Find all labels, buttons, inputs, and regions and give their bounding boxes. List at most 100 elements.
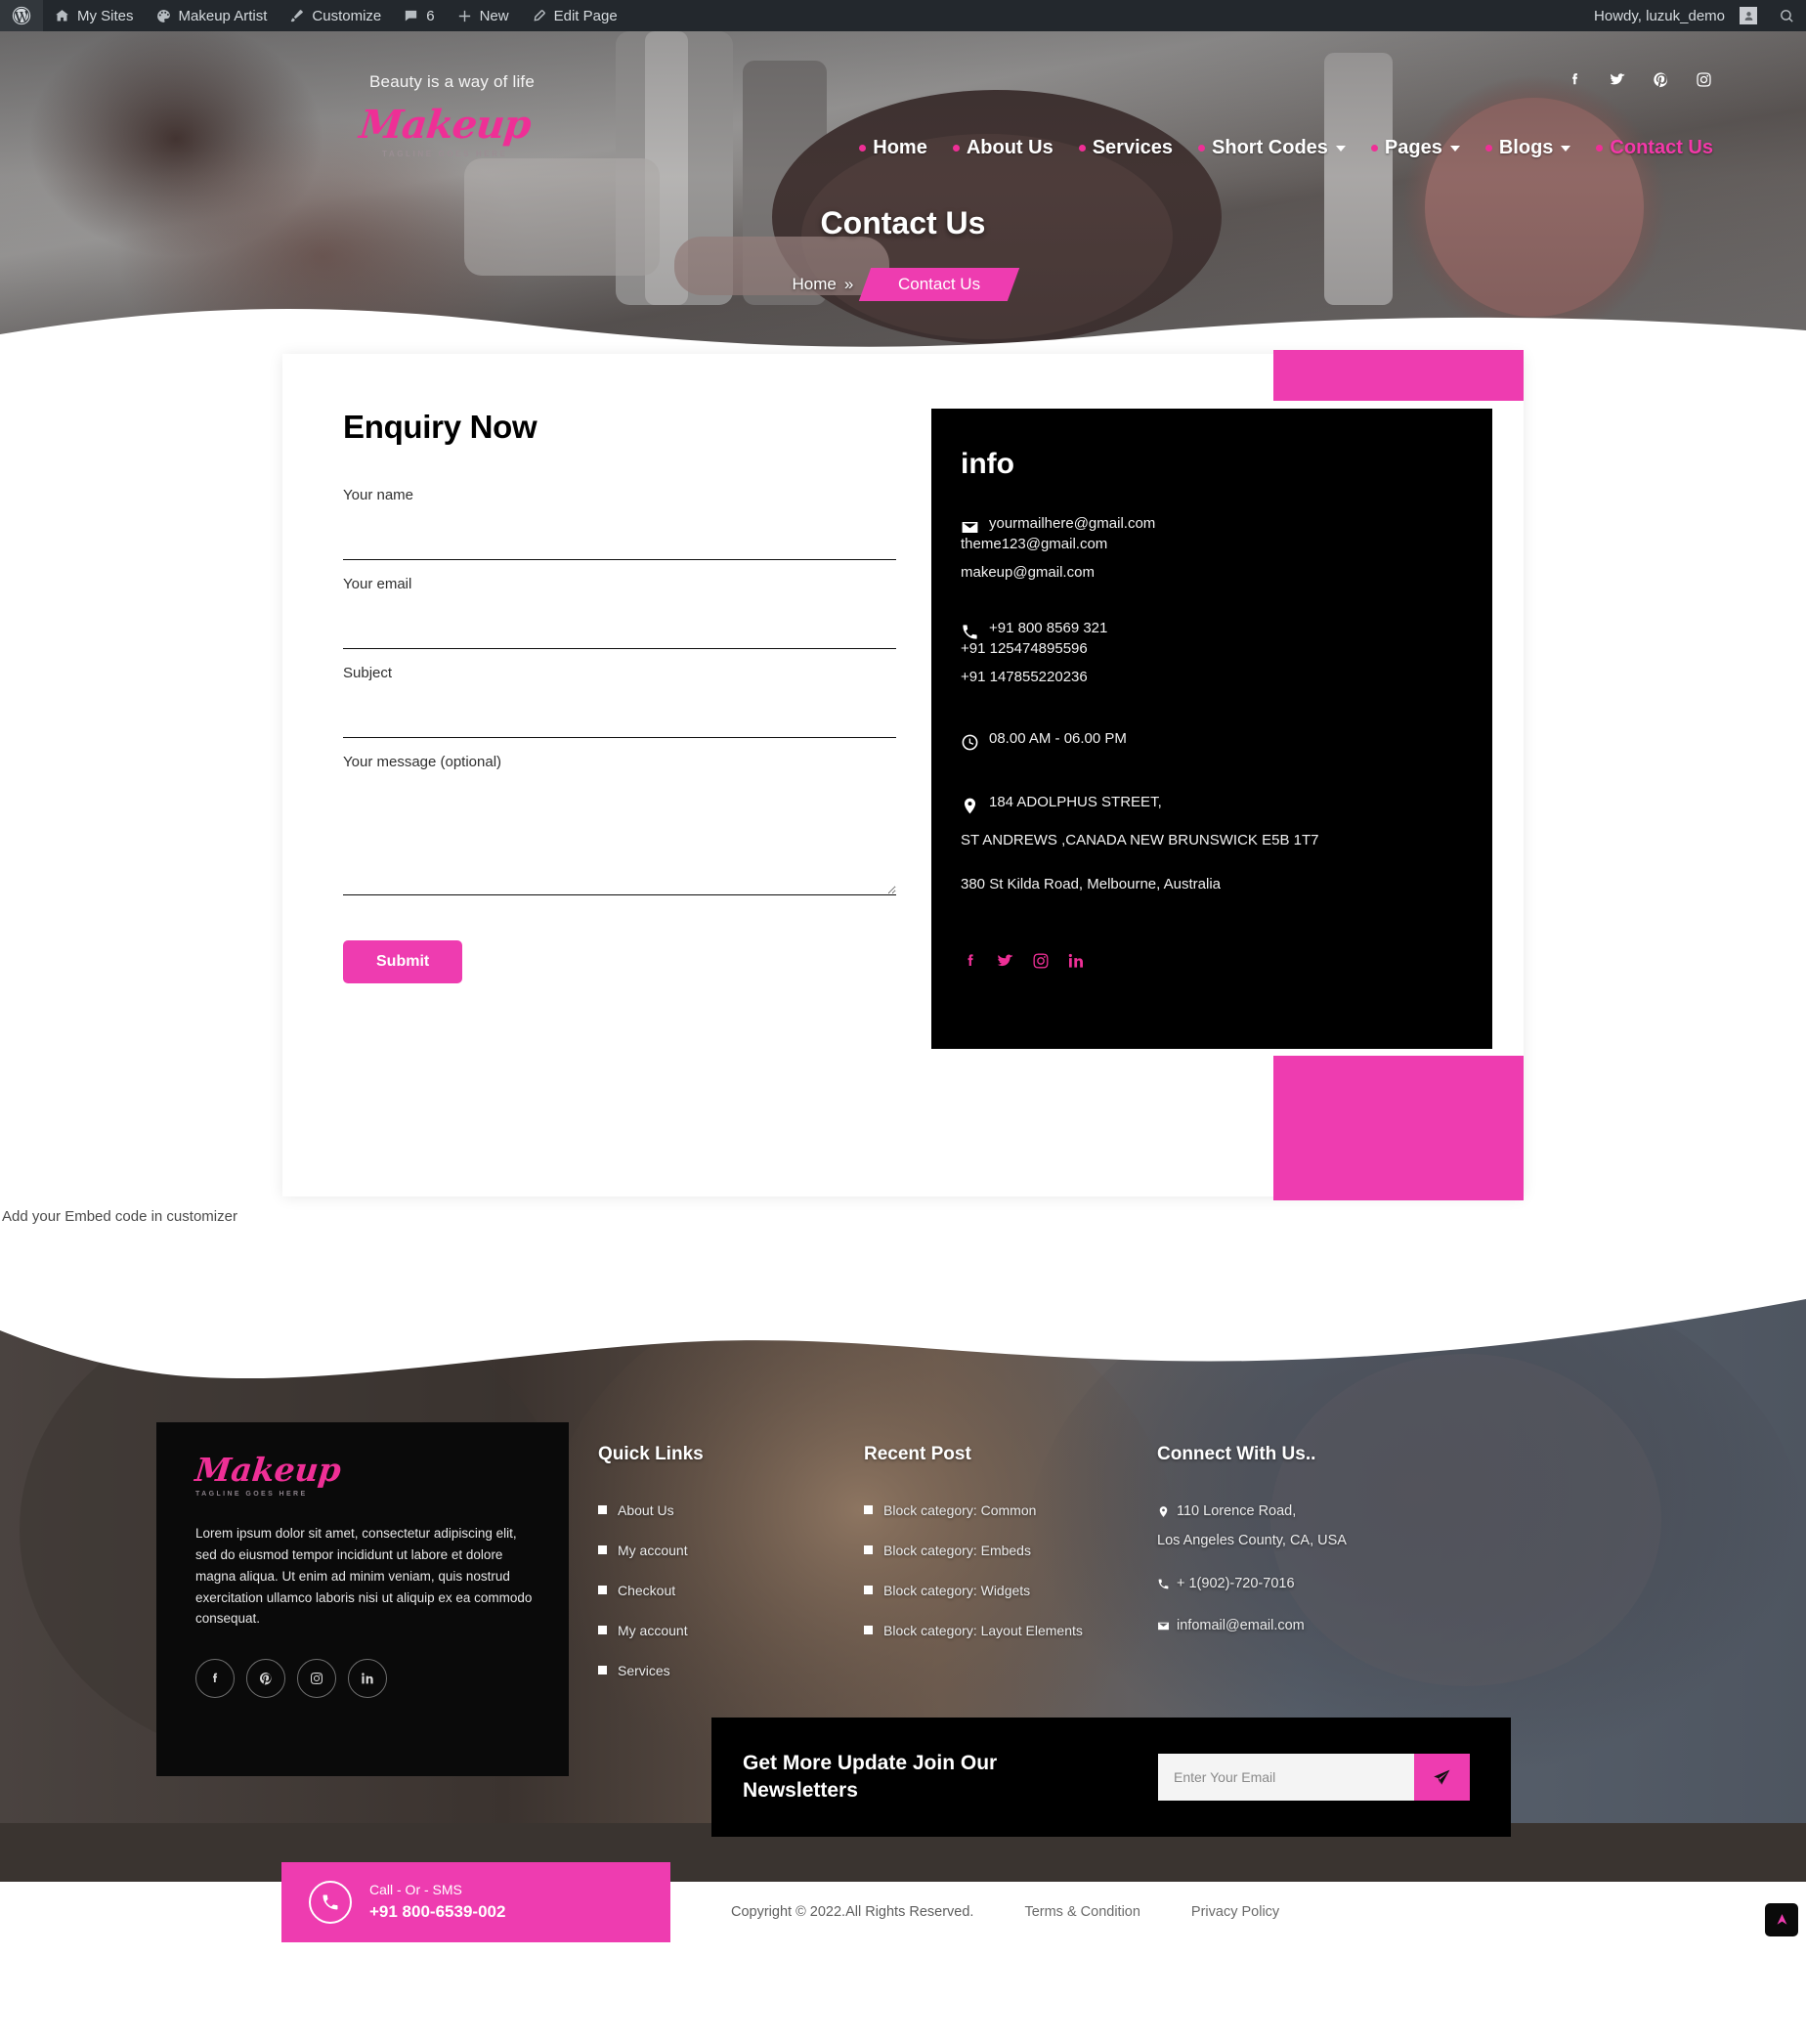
footer-logo[interactable]: Makeup TAGLINE GOES HERE — [194, 1451, 536, 1498]
footer-connect-widget: Connect With Us.. 110 Lorence Road, Los … — [1128, 1422, 1421, 1645]
info-title: info — [961, 448, 1014, 480]
breadcrumb-home-link[interactable]: Home — [793, 275, 837, 294]
site-logo-word: Makeup — [357, 102, 533, 148]
connect-phone-row[interactable]: + 1(902)-720-7016 — [1157, 1574, 1421, 1595]
your-name-input[interactable] — [343, 537, 896, 560]
connect-title: Connect With Us.. — [1157, 1444, 1316, 1464]
admin-bar-item-my-sites[interactable]: My Sites — [43, 0, 145, 31]
admin-bar-label-site-name: Makeup Artist — [178, 7, 268, 24]
admin-bar-item-new[interactable]: New — [446, 0, 520, 31]
newsletter-submit-button[interactable] — [1414, 1754, 1470, 1801]
footer-social-instagram[interactable] — [297, 1659, 336, 1699]
nav-item-about-us[interactable]: About Us — [952, 137, 1054, 159]
your-email-input[interactable] — [343, 626, 896, 649]
phone-icon — [322, 1894, 338, 1910]
envelope-icon — [1158, 1622, 1169, 1631]
linkedin-icon[interactable] — [1066, 951, 1086, 971]
twitter-icon[interactable] — [996, 951, 1015, 971]
footer-social-facebook[interactable] — [195, 1659, 235, 1699]
call-text-group: Call - Or - SMS +91 800-6539-002 — [369, 1880, 505, 1925]
nav-bullet-icon — [1078, 145, 1086, 152]
pinterest-icon[interactable] — [1652, 70, 1670, 89]
nav-item-pages[interactable]: Pages — [1370, 137, 1460, 159]
nav-item-services[interactable]: Services — [1078, 137, 1174, 159]
admin-bar-item-edit-page[interactable]: Edit Page — [520, 0, 628, 31]
info-phone-2[interactable]: +91 125474895596 — [961, 641, 1463, 656]
site-logo[interactable]: Makeup TAGLINE GOES HERE — [357, 102, 533, 158]
nav-item-short-codes[interactable]: Short Codes — [1198, 137, 1346, 159]
scroll-to-top-button[interactable] — [1765, 1903, 1798, 1936]
square-bullet-icon — [864, 1505, 873, 1514]
your-message-textarea[interactable] — [343, 788, 896, 895]
quick-link-item[interactable]: Services — [598, 1662, 835, 1680]
accent-block-bottom — [1273, 1056, 1524, 1200]
nav-label-pages: Pages — [1384, 137, 1442, 158]
wordpress-icon — [12, 6, 31, 25]
header-social-links — [1566, 70, 1713, 89]
footer-social-pinterest[interactable] — [246, 1659, 285, 1699]
admin-bar-label-customize: Customize — [312, 7, 382, 24]
info-phones: +91 800 8569 321 +91 125474895596 +91 14… — [961, 621, 1463, 684]
quick-links-title: Quick Links — [598, 1444, 704, 1464]
newsletter-email-input[interactable] — [1158, 1754, 1414, 1801]
site-logo-tagline: TAGLINE GOES HERE — [381, 150, 508, 158]
square-bullet-icon — [598, 1544, 607, 1554]
nav-item-contact-us[interactable]: Contact Us — [1596, 137, 1713, 159]
facebook-icon[interactable] — [1566, 70, 1584, 89]
instagram-icon[interactable] — [1031, 951, 1051, 971]
call-or-sms-box[interactable]: Call - Or - SMS +91 800-6539-002 — [281, 1862, 670, 1942]
wp-admin-bar: My Sites Makeup Artist Customize 6 New E… — [0, 0, 1806, 31]
info-email-3[interactable]: makeup@gmail.com — [961, 565, 1463, 580]
nav-item-home[interactable]: Home — [859, 137, 927, 159]
footer-social-linkedin[interactable] — [348, 1659, 387, 1699]
connect-email-row[interactable]: infomail@email.com — [1157, 1616, 1421, 1637]
form-title: Enquiry Now — [343, 409, 538, 445]
nav-label-services: Services — [1092, 137, 1174, 158]
twitter-icon[interactable] — [1609, 70, 1627, 89]
footer-bottom-bar: Call - Or - SMS +91 800-6539-002 Copyrig… — [0, 1862, 1806, 1942]
info-phone-1[interactable]: +91 800 8569 321 — [989, 621, 1107, 635]
recent-post-item[interactable]: Block category: Layout Elements — [864, 1622, 1128, 1640]
brush-icon — [291, 9, 304, 22]
instagram-icon[interactable] — [1695, 70, 1713, 89]
admin-bar-item-comments[interactable]: 6 — [392, 0, 445, 31]
subject-input[interactable] — [343, 715, 896, 738]
admin-bar-item-customize[interactable]: Customize — [278, 0, 392, 31]
nav-item-blogs[interactable]: Blogs — [1484, 137, 1571, 159]
instagram-icon — [311, 1673, 322, 1685]
quick-link-item[interactable]: My account — [598, 1622, 835, 1640]
embed-code-note: Add your Embed code in customizer — [2, 1208, 237, 1225]
chevron-down-icon — [1335, 145, 1346, 152]
terms-condition-link[interactable]: Terms & Condition — [1024, 1904, 1140, 1920]
copyright-text: Copyright © 2022.All Rights Reserved. — [731, 1904, 974, 1920]
plus-icon — [458, 10, 470, 22]
privacy-policy-link[interactable]: Privacy Policy — [1191, 1904, 1279, 1920]
info-email-2[interactable]: theme123@gmail.com — [961, 537, 1463, 551]
field-your-email: Your email — [343, 576, 896, 649]
info-address-line2: ST ANDREWS ,CANADA NEW BRUNSWICK E5B 1T7 — [961, 832, 1319, 848]
pencil-icon — [534, 9, 545, 21]
quick-link-item[interactable]: Checkout — [598, 1582, 835, 1600]
quick-link-item[interactable]: About Us — [598, 1501, 835, 1520]
nav-bullet-icon — [859, 145, 867, 152]
call-number: +91 800-6539-002 — [369, 1902, 506, 1922]
info-email-1[interactable]: yourmailhere@gmail.com — [989, 516, 1155, 531]
submit-button[interactable]: Submit — [343, 940, 463, 983]
recent-post-label: Block category: Widgets — [883, 1582, 1031, 1598]
call-label: Call - Or - SMS — [369, 1882, 462, 1898]
chevron-down-icon — [1561, 145, 1571, 152]
info-phone-3[interactable]: +91 147855220236 — [961, 670, 1463, 684]
recent-post-item[interactable]: Block category: Embeds — [864, 1542, 1128, 1560]
admin-bar-item-site-name[interactable]: Makeup Artist — [145, 0, 279, 31]
connect-address-line1: 110 Lorence Road, — [1177, 1503, 1297, 1519]
facebook-icon[interactable] — [961, 951, 980, 971]
wordpress-menu-item[interactable] — [0, 0, 43, 31]
recent-post-item[interactable]: Block category: Widgets — [864, 1582, 1128, 1600]
linkedin-icon — [362, 1673, 373, 1684]
info-address-row: 184 ADOLPHUS STREET, — [961, 795, 1463, 815]
enquiry-form: Enquiry Now Your name Your email Subject… — [314, 409, 896, 1049]
recent-post-item[interactable]: Block category: Common — [864, 1501, 1128, 1520]
quick-link-item[interactable]: My account — [598, 1542, 835, 1560]
admin-bar-howdy[interactable]: Howdy, luzuk_demo — [1583, 0, 1768, 31]
admin-bar-search-button[interactable] — [1768, 0, 1806, 31]
